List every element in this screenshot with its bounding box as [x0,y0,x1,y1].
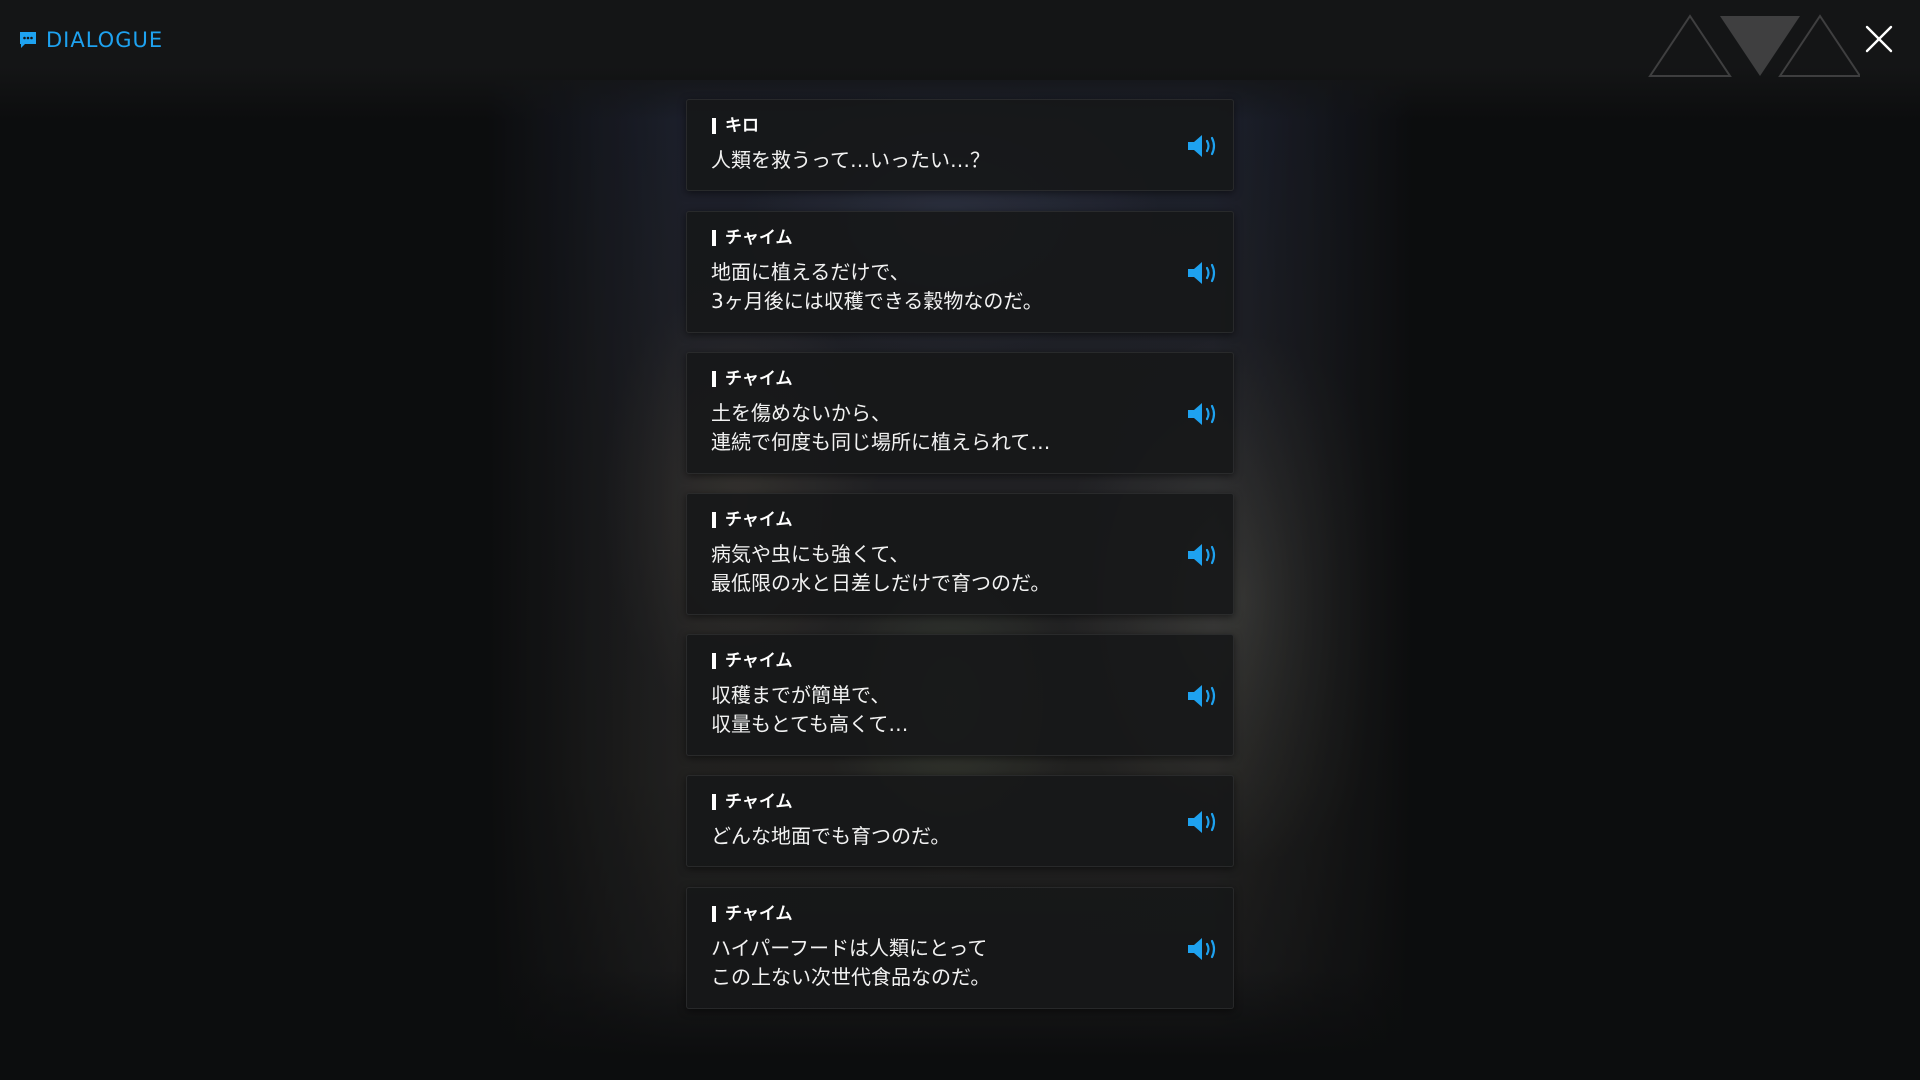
dialogue-line: 3ヶ月後には収穫できる穀物なのだ。 [711,289,1043,313]
speaker-name: チャイム [725,792,793,812]
close-icon [1865,25,1893,53]
dialogue-line: 病気や虫にも強くて、 [711,542,910,566]
dialogue-line: 地面に植えるだけで、 [711,260,910,284]
speaker-label: チャイム [712,228,793,248]
dialogue-entry: キロ 人類を救うって…いったい…？ [686,99,1234,191]
speaker-voice-icon [1188,544,1216,566]
speaker-voice-icon [1188,262,1216,284]
dialogue-line: 最低限の水と日差しだけで育つのだ。 [711,571,1051,595]
speaker-label: チャイム [712,651,793,671]
speaker-marker [712,230,716,246]
play-voice-button[interactable] [1185,682,1221,710]
play-voice-button[interactable] [1185,541,1221,569]
dialogue-line: 連続で何度も同じ場所に植えられて… [711,430,1051,454]
dialogue-line: どんな地面でも育つのだ。 [711,824,951,848]
speaker-label: チャイム [712,369,793,389]
speaker-name: チャイム [725,369,793,389]
speaker-name: キロ [725,116,759,136]
speaker-label: チャイム [712,792,793,812]
dialogue-line: 人類を救うって…いったい…？ [711,148,990,172]
speaker-marker [712,906,716,922]
dialogue-line: この上ない次世代食品なのだ。 [711,965,991,989]
play-voice-button[interactable] [1185,400,1221,428]
dialogue-entry: チャイム 収穫までが簡単で、 収量もとても高くて… [686,634,1234,756]
dialogue-entry: チャイム どんな地面でも育つのだ。 [686,775,1234,867]
play-voice-button[interactable] [1185,259,1221,287]
play-voice-button[interactable] [1185,808,1221,836]
close-button[interactable] [1862,22,1896,56]
decorative-triangles-pattern [1648,14,1860,77]
speaker-name: チャイム [725,651,793,671]
dialogue-line: 収量もとても高くて… [711,712,909,736]
speaker-voice-icon [1188,135,1216,157]
chat-bubble-icon [20,32,36,48]
speaker-voice-icon [1188,811,1216,833]
speaker-label: キロ [712,116,759,136]
dialogue-entry: チャイム 病気や虫にも強くて、 最低限の水と日差しだけで育つのだ。 [686,493,1234,615]
speaker-marker [712,794,716,810]
speaker-label: チャイム [712,510,793,530]
play-voice-button[interactable] [1185,935,1221,963]
speaker-marker [712,512,716,528]
speaker-voice-icon [1188,403,1216,425]
speaker-marker [712,118,716,134]
dialogue-line: 収穫までが簡単で、 [711,683,891,707]
dialogue-entry: チャイム 土を傷めないから、 連続で何度も同じ場所に植えられて… [686,352,1234,474]
speaker-marker [712,371,716,387]
dialogue-title: DIALOGUE [46,28,164,52]
dialogue-entry: チャイム 地面に植えるだけで、 3ヶ月後には収穫できる穀物なのだ。 [686,211,1234,333]
dialogue-entry: チャイム ハイパーフードは人類にとって この上ない次世代食品なのだ。 [686,887,1234,1009]
speaker-voice-icon [1188,938,1216,960]
speaker-name: チャイム [725,904,793,924]
speaker-label: チャイム [712,904,793,924]
speaker-marker [712,653,716,669]
play-voice-button[interactable] [1185,132,1221,160]
dialogue-line: 土を傷めないから、 [711,401,891,425]
dialogue-log-screen: DIALOGUE キロ 人類を救うって…いったい…？ チャイム 地面に植えるだけ… [0,0,1920,1080]
speaker-name: チャイム [725,510,793,530]
dialogue-line: ハイパーフードは人類にとって [711,936,988,960]
speaker-name: チャイム [725,228,793,248]
dialogue-title-group: DIALOGUE [18,28,163,52]
speaker-voice-icon [1188,685,1216,707]
